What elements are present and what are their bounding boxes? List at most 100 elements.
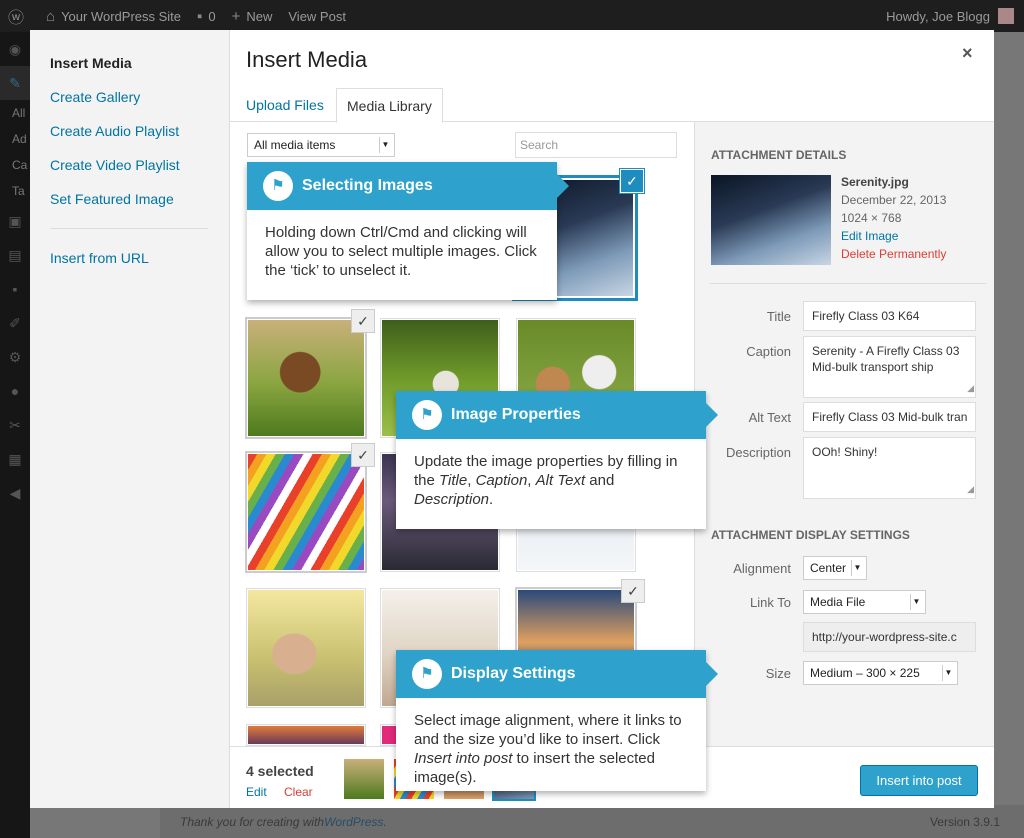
pointer-body: Select image alignment, where it links t…	[414, 712, 682, 786]
menu-label-tags[interactable]: Ta	[0, 178, 30, 204]
edit-image-link[interactable]: Edit Image	[841, 229, 898, 243]
menu-label-categories[interactable]: Ca	[0, 152, 30, 178]
menu-create-gallery[interactable]: Create Gallery	[50, 89, 140, 105]
menu-label-add[interactable]: Ad	[0, 126, 30, 152]
alt-text-field[interactable]: Firefly Class 03 Mid-bulk tran	[803, 402, 976, 432]
menu-label-all[interactable]: All	[0, 100, 30, 126]
chevron-down-icon: ▼	[910, 594, 922, 610]
pointer-arrow	[706, 662, 718, 686]
chevron-down-icon: ▼	[942, 665, 954, 681]
pointer-display-settings: Display Settings ⚑ Select image alignmen…	[396, 650, 718, 791]
attachment-woman-headphones[interactable]	[246, 588, 366, 708]
pointer-selecting-images: Selecting Images ⚑ Holding down Ctrl/Cmd…	[247, 162, 569, 300]
menu-insert-media[interactable]: Insert Media	[50, 55, 132, 71]
clear-selection-link[interactable]: Clear	[284, 785, 313, 799]
media-icon[interactable]: ▣	[0, 204, 30, 238]
pointer-arrow	[557, 174, 569, 198]
attachment-dimensions: 1024 × 768	[841, 211, 902, 225]
caption-field[interactable]: Serenity - A Firefly Class 03 Mid-bulk t…	[803, 336, 976, 398]
settings-icon[interactable]: ▦	[0, 442, 30, 476]
display-settings-heading: Attachment Display Settings	[711, 528, 910, 542]
dashboard-icon[interactable]: ◉	[0, 32, 30, 66]
alignment-select[interactable]: Center ▼	[803, 556, 867, 580]
attachment-filename: Serenity.jpg	[841, 175, 909, 189]
plugins-icon[interactable]: ⚙	[0, 340, 30, 374]
title-label: Title	[766, 309, 791, 324]
search-input[interactable]: Search	[515, 132, 677, 158]
menu-create-video-playlist[interactable]: Create Video Playlist	[50, 157, 180, 173]
wordpress-link[interactable]: WordPress	[324, 815, 383, 829]
edit-selection-link[interactable]: Edit	[246, 785, 267, 799]
comments-link[interactable]: ▪ 0	[189, 0, 224, 32]
wordpress-logo-icon[interactable]: ⓦ	[0, 0, 38, 32]
check-icon[interactable]: ✓	[621, 579, 645, 603]
check-icon[interactable]: ✓	[620, 169, 644, 193]
selection-thumb[interactable]	[344, 759, 384, 799]
avatar	[998, 8, 1014, 24]
version-text: Version 3.9.1	[929, 814, 1000, 829]
tools-icon[interactable]: ✂	[0, 408, 30, 442]
sidebar-divider	[710, 283, 986, 284]
resize-handle-icon[interactable]: ◢	[967, 380, 974, 396]
admin-footer: Thank you for creating with WordPress . …	[160, 805, 1024, 838]
comment-icon: ▪	[197, 7, 203, 25]
flag-icon: ⚑	[263, 171, 293, 201]
attachment-colored-pencils[interactable]: ✓	[246, 443, 375, 572]
tab-upload-files[interactable]: Upload Files	[236, 88, 334, 123]
check-icon[interactable]: ✓	[351, 309, 375, 333]
description-label: Description	[725, 445, 791, 460]
chevron-down-icon: ▼	[851, 560, 863, 576]
selection-count: 4 selected	[246, 763, 314, 779]
account-menu[interactable]: Howdy, Joe Blogg	[886, 0, 1014, 32]
size-select[interactable]: Medium – 300 × 225 ▼	[803, 661, 958, 685]
menu-insert-from-url[interactable]: Insert from URL	[50, 250, 149, 266]
tab-media-library[interactable]: Media Library	[336, 88, 443, 123]
flag-icon: ⚑	[412, 400, 442, 430]
posts-icon[interactable]: ✎	[0, 66, 30, 100]
pointer-image-properties: Image Properties ⚑ Update the image prop…	[396, 391, 718, 529]
pointer-title: Image Properties	[396, 391, 706, 439]
media-modal: Insert Media Create Gallery Create Audio…	[30, 30, 994, 808]
link-url-field[interactable]: http://your-wordpress-site.c	[803, 622, 976, 652]
delete-permanently-link[interactable]: Delete Permanently	[841, 247, 946, 261]
pages-icon[interactable]: ▤	[0, 238, 30, 272]
media-filter-select[interactable]: All media items ▼	[247, 133, 395, 157]
menu-set-featured-image[interactable]: Set Featured Image	[50, 191, 174, 207]
pointer-arrow	[706, 403, 718, 427]
check-icon[interactable]: ✓	[351, 443, 375, 467]
attachment-sunset[interactable]	[246, 724, 366, 746]
attachment-boxer-puppy[interactable]: ✓	[246, 309, 375, 438]
insert-into-post-button[interactable]: Insert into post	[860, 765, 978, 796]
plus-icon: +	[231, 7, 241, 25]
attachment-details-heading: Attachment Details	[711, 148, 847, 162]
attachment-sidebar: Attachment Details Serenity.jpg December…	[694, 122, 994, 746]
collapse-icon[interactable]: ◀	[0, 476, 30, 510]
close-icon[interactable]: ×	[962, 43, 973, 64]
title-field[interactable]: Firefly Class 03 K64	[803, 301, 976, 331]
link-to-select[interactable]: Media File ▼	[803, 590, 926, 614]
home-icon: ⌂	[46, 7, 56, 25]
site-name-link[interactable]: ⌂ Your WordPress Site	[38, 0, 189, 32]
pointer-title: Display Settings	[396, 650, 706, 698]
caption-label: Caption	[746, 344, 791, 359]
media-menu: Insert Media Create Gallery Create Audio…	[30, 30, 230, 808]
pointer-title: Selecting Images	[247, 162, 557, 210]
new-content-link[interactable]: + New	[224, 0, 281, 32]
resize-handle-icon[interactable]: ◢	[967, 481, 974, 497]
menu-create-audio-playlist[interactable]: Create Audio Playlist	[50, 123, 179, 139]
description-field[interactable]: OOh! Shiny! ◢	[803, 437, 976, 499]
appearance-icon[interactable]: ✐	[0, 306, 30, 340]
router-tabs: Upload Files Media Library	[230, 85, 994, 123]
users-icon[interactable]: ●	[0, 374, 30, 408]
pointer-body: Holding down Ctrl/Cmd and clicking will …	[265, 224, 537, 279]
attachment-date: December 22, 2013	[841, 193, 947, 207]
frame-title: Insert Media	[246, 47, 368, 72]
alignment-label: Alignment	[733, 561, 791, 576]
link-to-label: Link To	[750, 595, 791, 610]
pointer-body: Update the image properties by filling i…	[414, 453, 678, 508]
admin-bar: ⓦ ⌂ Your WordPress Site ▪ 0 + New View Post…	[0, 0, 1024, 32]
menu-separator	[50, 228, 208, 229]
chevron-down-icon: ▼	[379, 137, 391, 153]
comments-icon[interactable]: ▪	[0, 272, 30, 306]
view-post-link[interactable]: View Post	[280, 0, 354, 32]
